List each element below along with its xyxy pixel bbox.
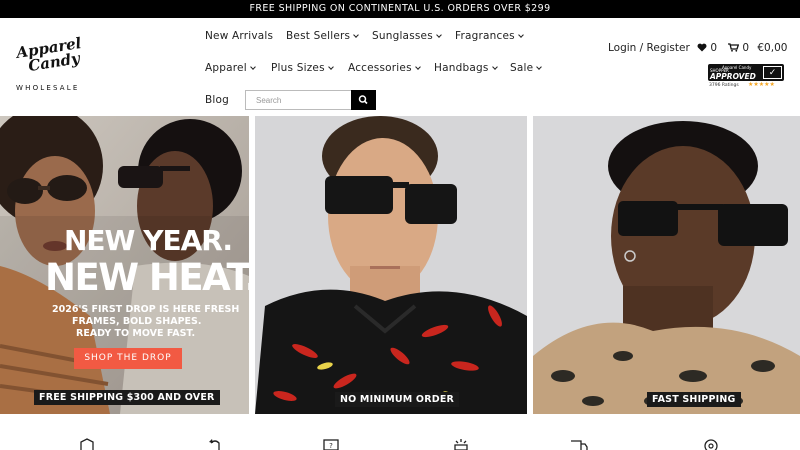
badge-main-text: APPROVED	[710, 72, 756, 81]
nav-blog-label: Blog	[205, 94, 230, 106]
svg-text:?: ?	[329, 442, 333, 450]
site-logo[interactable]: Apparel Candy WHOLESALE	[14, 34, 94, 96]
hero-tag-free-shipping: FREE SHIPPING $300 AND OVER	[34, 390, 220, 405]
nav-accessories[interactable]: Accessories	[348, 62, 421, 74]
heart-icon	[697, 43, 707, 52]
wishlist-count: 0	[710, 42, 718, 54]
nav-sale[interactable]: Sale	[510, 62, 543, 74]
nav-best-sellers[interactable]: Best Sellers	[286, 30, 360, 42]
hero-photo-man-profile	[533, 116, 800, 414]
nav-plus-sizes[interactable]: Plus Sizes	[271, 62, 334, 74]
hero-tag-no-minimum: NO MINIMUM ORDER	[335, 392, 460, 407]
nav-handbags-label: Handbags	[434, 62, 489, 74]
login-register-link[interactable]: Login / Register	[608, 42, 690, 54]
chevron-down-icon	[353, 32, 360, 38]
badge-stars: ★★★★★	[748, 81, 775, 88]
shopper-approved-badge[interactable]: Apparel Candy SHOPPER APPROVED ✓ 3796 Ra…	[708, 64, 784, 90]
nav-sunglasses-label: Sunglasses	[372, 30, 433, 42]
hero-subtext-2: FRAMES, BOLD SHAPES.	[72, 316, 202, 327]
shield-icon	[80, 438, 94, 450]
badge-ratings: 3796 Ratings	[709, 83, 739, 88]
truck-icon	[571, 440, 588, 450]
logo-wholesale: WHOLESALE	[16, 84, 80, 92]
nav-handbags[interactable]: Handbags	[434, 62, 498, 74]
chevron-down-icon	[436, 32, 442, 38]
chevron-down-icon	[414, 64, 421, 70]
nav-new-arrivals[interactable]: New Arrivals	[205, 30, 273, 42]
announcement-bar: FREE SHIPPING ON CONTINENTAL U.S. ORDERS…	[0, 0, 800, 18]
chevron-down-icon	[249, 64, 256, 70]
location-icon	[704, 439, 718, 450]
nav-accessories-label: Accessories	[348, 62, 412, 74]
nav-blog[interactable]: Blog	[205, 94, 229, 106]
hero-panel-no-minimum[interactable]: NO MINIMUM ORDER	[255, 116, 527, 414]
hero-tag-fast-shipping-text: FAST SHIPPING	[652, 394, 736, 405]
chevron-down-icon	[491, 64, 498, 70]
feature-icons-row: ?	[0, 438, 800, 450]
chevron-down-icon	[327, 64, 334, 70]
cart-count: 0	[742, 42, 750, 54]
wishlist-button[interactable]: 0	[697, 42, 717, 54]
cart-icon	[728, 43, 740, 52]
search-input[interactable]	[245, 90, 352, 110]
return-icon	[209, 439, 220, 450]
cart-total: €0,00	[757, 42, 788, 54]
hero-headline-1: NEW YEAR.	[64, 224, 233, 257]
cart-button[interactable]: 0 €0,00	[728, 42, 787, 54]
nav-apparel-label: Apparel	[205, 62, 247, 74]
hero-panel-fast-shipping[interactable]: FAST SHIPPING	[533, 116, 800, 414]
chevron-down-icon	[536, 64, 543, 70]
badge-box: Apparel Candy SHOPPER APPROVED ✓	[708, 64, 784, 81]
shop-the-drop-button[interactable]: SHOP THE DROP	[74, 348, 182, 369]
hero-subtext-1: 2026'S FIRST DROP IS HERE FRESH	[52, 304, 240, 315]
help-icon: ?	[323, 439, 339, 450]
nav-fragrances[interactable]: Fragrances	[455, 30, 524, 42]
nav-plus-sizes-label: Plus Sizes	[271, 62, 325, 74]
hero-headline-2: NEW HEAT.	[45, 256, 249, 299]
chevron-down-icon	[517, 32, 524, 38]
nav-apparel[interactable]: Apparel	[205, 62, 256, 74]
hero-subtext-3: READY TO MOVE FAST.	[76, 328, 196, 339]
nav-sunglasses[interactable]: Sunglasses	[372, 30, 442, 42]
search-bar	[245, 90, 376, 110]
badge-check-icon: ✓	[763, 66, 782, 79]
hero-photo-man-shirt	[255, 116, 527, 414]
search-button[interactable]	[351, 90, 376, 110]
nav-fragrances-label: Fragrances	[455, 30, 515, 42]
search-icon	[358, 95, 368, 105]
hero-panel-new-year[interactable]: NEW YEAR. NEW HEAT. 2026'S FIRST DROP IS…	[0, 116, 249, 414]
nav-new-arrivals-label: New Arrivals	[205, 30, 274, 42]
hero-tag-fast-shipping: FAST SHIPPING	[647, 392, 741, 407]
deals-icon	[454, 439, 468, 450]
nav-best-sellers-label: Best Sellers	[286, 30, 351, 42]
nav-sale-label: Sale	[510, 62, 534, 74]
